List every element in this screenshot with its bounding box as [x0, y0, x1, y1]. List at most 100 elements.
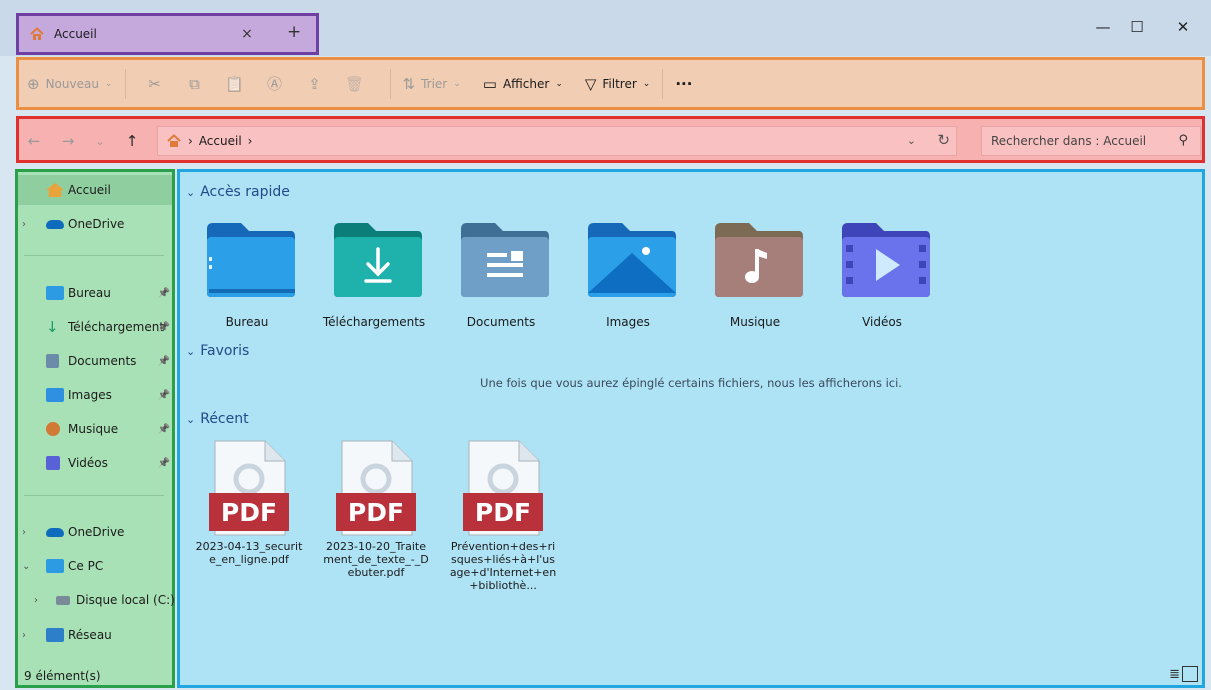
chevron-down-icon: ⌄: [104, 78, 113, 89]
folder-label: Documents: [466, 315, 536, 329]
pdf-badge: PDF: [348, 498, 404, 527]
sidebar-item-label: Vidéos: [68, 456, 108, 470]
folder-musique[interactable]: Musique: [691, 219, 819, 334]
sidebar-item-label: Accueil: [68, 183, 111, 197]
delete-icon: 🗑: [344, 74, 365, 93]
desktop-folder-icon: [207, 223, 295, 297]
new-tab-button[interactable]: +: [287, 24, 301, 41]
sort-icon: ⇅: [402, 74, 416, 93]
filter-button[interactable]: ▽ Filtrer ⌄: [585, 69, 650, 99]
copy-icon: ⧉: [189, 74, 200, 93]
details-view-button[interactable]: ≣: [1169, 667, 1180, 682]
sidebar-item-disque-local[interactable]: › Disque local (C:): [18, 585, 175, 615]
pdf-file-icon: PDF: [336, 440, 416, 536]
search-input[interactable]: Rechercher dans : Accueil ⚲: [981, 126, 1201, 156]
sidebar-item-label: OneDrive: [68, 217, 125, 231]
refresh-button[interactable]: ↻: [937, 131, 950, 149]
more-icon: ···: [675, 74, 693, 93]
pdf-badge: PDF: [475, 498, 531, 527]
sidebar-item-bureau[interactable]: Bureau 📌: [18, 278, 172, 308]
expand-icon[interactable]: ›: [22, 527, 26, 538]
cloud-icon: [46, 528, 64, 537]
tiles-view-button[interactable]: [1182, 666, 1198, 682]
folder-label: Images: [606, 315, 650, 329]
cloud-icon: [46, 220, 64, 229]
folder-label: Téléchargements: [322, 315, 426, 329]
expand-icon[interactable]: ›: [34, 595, 38, 606]
delete-button[interactable]: 🗑: [338, 69, 378, 99]
view-button[interactable]: ▭ Afficher ⌄: [483, 69, 563, 99]
expand-icon[interactable]: ›: [22, 630, 26, 641]
view-label: Afficher: [502, 76, 550, 91]
sidebar-item-label: Ce PC: [68, 559, 104, 573]
sidebar-item-images[interactable]: Images 📌: [18, 380, 172, 410]
sidebar-item-accueil[interactable]: Accueil: [18, 175, 172, 205]
recent-locations-button[interactable]: ⌄: [89, 130, 111, 152]
section-title: Accès rapide: [200, 184, 290, 200]
more-options-button[interactable]: ···: [675, 69, 692, 99]
forward-button[interactable]: →: [57, 130, 79, 152]
folder-telechargements[interactable]: Téléchargements: [310, 219, 438, 334]
folder-documents[interactable]: Documents: [437, 219, 565, 334]
rename-button[interactable]: Ⓐ: [258, 69, 298, 99]
sort-button[interactable]: ⇅ Trier ⌄: [403, 69, 461, 99]
sidebar-item-label: Images: [68, 388, 112, 402]
new-button[interactable]: ⊕ Nouveau ⌄: [27, 69, 113, 99]
documents-icon: [46, 354, 59, 368]
content-pane: ⌄ Accès rapide Bureau Téléchargements Do…: [177, 169, 1205, 688]
pin-icon[interactable]: 📌: [158, 288, 170, 299]
maximize-button[interactable]: ☐: [1124, 14, 1150, 40]
chevron-down-icon: ⌄: [453, 78, 461, 89]
up-button[interactable]: ↑: [121, 130, 143, 152]
pin-icon[interactable]: 📌: [158, 356, 170, 367]
address-history-dropdown[interactable]: ⌄: [907, 134, 916, 147]
paste-button[interactable]: 📋: [218, 69, 258, 99]
sidebar-item-videos[interactable]: Vidéos 📌: [18, 448, 172, 478]
sidebar-item-telechargements[interactable]: ↓ Téléchargement 📌: [18, 312, 172, 342]
sidebar-item-ce-pc[interactable]: ⌄ Ce PC: [18, 551, 172, 581]
copy-button[interactable]: ⧉: [178, 69, 218, 99]
breadcrumb-separator[interactable]: ›: [248, 134, 253, 148]
pin-icon[interactable]: 📌: [158, 322, 170, 333]
expand-icon[interactable]: ›: [22, 219, 26, 230]
tab-close-button[interactable]: ×: [236, 23, 258, 45]
home-icon: [46, 183, 64, 197]
collapse-icon[interactable]: ⌄: [22, 561, 30, 572]
sidebar-item-musique[interactable]: Musique 📌: [18, 414, 172, 444]
address-bar[interactable]: › Accueil › ⌄ ↻: [157, 126, 957, 156]
videos-icon: [46, 456, 60, 470]
pin-icon[interactable]: 📌: [158, 424, 170, 435]
close-window-button[interactable]: ✕: [1170, 14, 1196, 40]
sidebar-item-onedrive-2[interactable]: › OneDrive: [18, 517, 172, 547]
folder-videos[interactable]: Vidéos: [818, 219, 946, 334]
pin-icon[interactable]: 📌: [158, 458, 170, 469]
pin-icon[interactable]: 📌: [158, 390, 170, 401]
section-quick-access[interactable]: ⌄ Accès rapide: [186, 184, 290, 200]
navigation-pane: Accueil › OneDrive Bureau 📌 ↓ Télécharge…: [15, 169, 175, 688]
minimize-button[interactable]: —: [1090, 14, 1116, 40]
home-icon: [30, 27, 44, 40]
sidebar-item-reseau[interactable]: › Réseau: [18, 620, 172, 650]
sidebar-item-label: Disque local (C:): [76, 593, 175, 607]
sidebar-item-label: Réseau: [68, 628, 112, 642]
navigation-bar: ← → ⌄ ↑ › Accueil › ⌄ ↻ Rechercher dans …: [16, 116, 1205, 163]
breadcrumb-accueil[interactable]: Accueil: [199, 134, 242, 148]
downloads-folder-icon: [334, 223, 422, 297]
images-icon: [46, 388, 64, 402]
search-icon[interactable]: ⚲: [1178, 133, 1188, 148]
section-recent[interactable]: ⌄ Récent: [186, 411, 249, 427]
folder-images[interactable]: Images: [564, 219, 692, 334]
folder-label: Bureau: [225, 315, 269, 329]
tab-accueil[interactable]: Accueil ×: [22, 19, 258, 49]
sidebar-item-documents[interactable]: Documents 📌: [18, 346, 172, 376]
sidebar-item-onedrive[interactable]: › OneDrive: [18, 209, 172, 239]
share-button[interactable]: ⇪: [298, 69, 338, 99]
section-favorites[interactable]: ⌄ Favoris: [186, 343, 249, 359]
folder-bureau[interactable]: Bureau: [183, 219, 311, 334]
status-item-count: 9 élément(s): [24, 669, 101, 683]
back-button[interactable]: ←: [23, 130, 45, 152]
section-title: Récent: [200, 411, 249, 427]
new-label: Nouveau: [45, 76, 99, 91]
sidebar-item-label: Musique: [68, 422, 119, 436]
cut-button[interactable]: ✂: [138, 69, 178, 99]
